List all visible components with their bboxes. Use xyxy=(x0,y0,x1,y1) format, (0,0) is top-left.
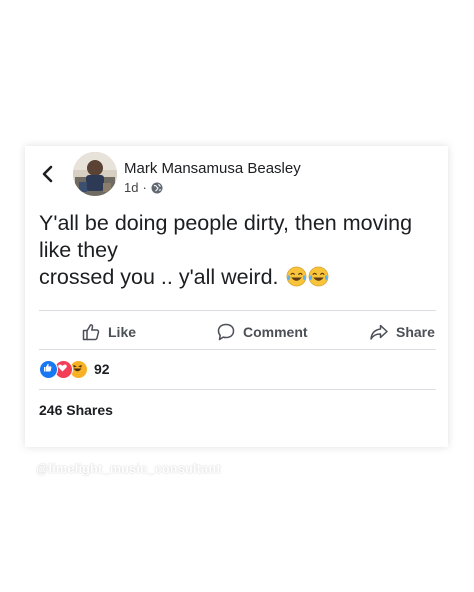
tears-of-joy-emoji-icon xyxy=(286,266,306,287)
chevron-left-icon xyxy=(42,165,53,183)
post-text-line-2: like they xyxy=(39,238,118,262)
like-label: Like xyxy=(108,324,137,340)
meta-separator: · xyxy=(142,180,147,195)
back-button[interactable] xyxy=(40,164,56,184)
share-arrow-icon xyxy=(370,324,388,340)
thumbs-up-icon xyxy=(82,324,100,341)
shares-count[interactable]: 246 Shares xyxy=(39,402,113,418)
comment-label: Comment xyxy=(243,324,308,340)
divider-bottom xyxy=(39,389,436,390)
reaction-count: 92 xyxy=(94,361,110,377)
comment-icon xyxy=(217,323,235,341)
divider-middle xyxy=(39,349,436,350)
avatar[interactable] xyxy=(73,152,117,196)
post-meta: 1d · xyxy=(124,180,163,195)
globe-icon xyxy=(151,182,163,193)
divider-top xyxy=(39,310,436,311)
post-text: Y'all be doing people dirty, then moving… xyxy=(39,210,439,291)
avatar-photo xyxy=(73,152,117,196)
share-label: Share xyxy=(396,324,435,340)
post-text-line-1: Y'all be doing people dirty, then moving xyxy=(39,211,413,235)
share-button[interactable]: Share xyxy=(369,316,435,348)
reactions-summary[interactable]: 92 xyxy=(39,359,110,379)
post-text-line-3-wrap: crossed you .. y'all weird. xyxy=(39,264,439,291)
post-text-line-3: crossed you .. y'all weird. xyxy=(39,265,279,289)
like-button[interactable]: Like xyxy=(81,316,136,348)
post-card: Mark Mansamusa Beasley 1d · Y'all be doi… xyxy=(25,146,448,447)
post-time[interactable]: 1d xyxy=(124,180,138,195)
action-bar: Like Comment Share xyxy=(39,316,436,348)
comment-button[interactable]: Comment xyxy=(216,316,308,348)
watermark: @limelight_music_consultant xyxy=(36,462,221,476)
like-reaction-icon xyxy=(39,359,58,379)
tears-of-joy-emoji-icon xyxy=(308,266,328,287)
page: Mark Mansamusa Beasley 1d · Y'all be doi… xyxy=(0,0,474,592)
author-name[interactable]: Mark Mansamusa Beasley xyxy=(124,160,301,177)
